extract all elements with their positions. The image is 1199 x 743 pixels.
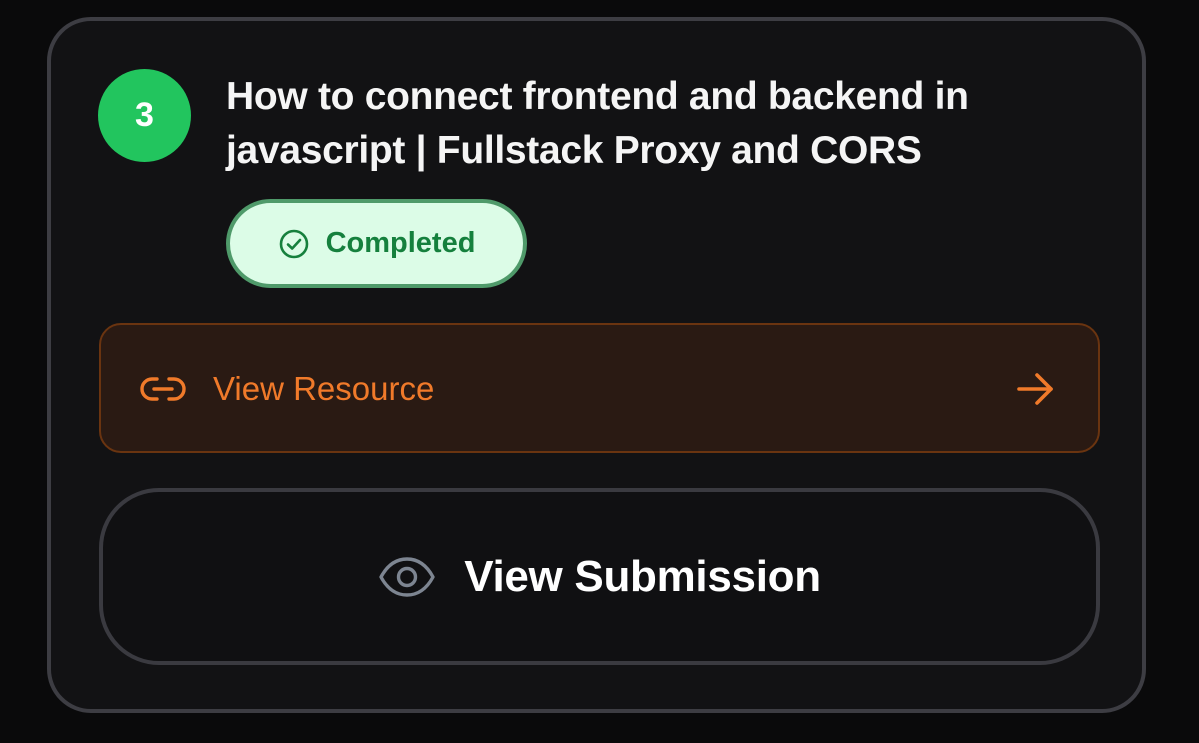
link-icon: [139, 369, 187, 409]
step-number-badge: 3: [98, 69, 191, 162]
task-title: How to connect frontend and backend in j…: [226, 75, 969, 172]
arrow-right-icon: [1015, 369, 1057, 409]
status-badge: Completed: [226, 199, 527, 288]
view-resource-label: View Resource: [213, 370, 435, 407]
view-submission-button[interactable]: View Submission: [99, 488, 1100, 665]
status-label: Completed: [325, 227, 476, 259]
view-resource-button[interactable]: View Resource: [99, 323, 1100, 453]
check-circle-icon: [278, 228, 310, 260]
eye-icon: [378, 555, 436, 599]
view-submission-label: View Submission: [464, 551, 821, 601]
